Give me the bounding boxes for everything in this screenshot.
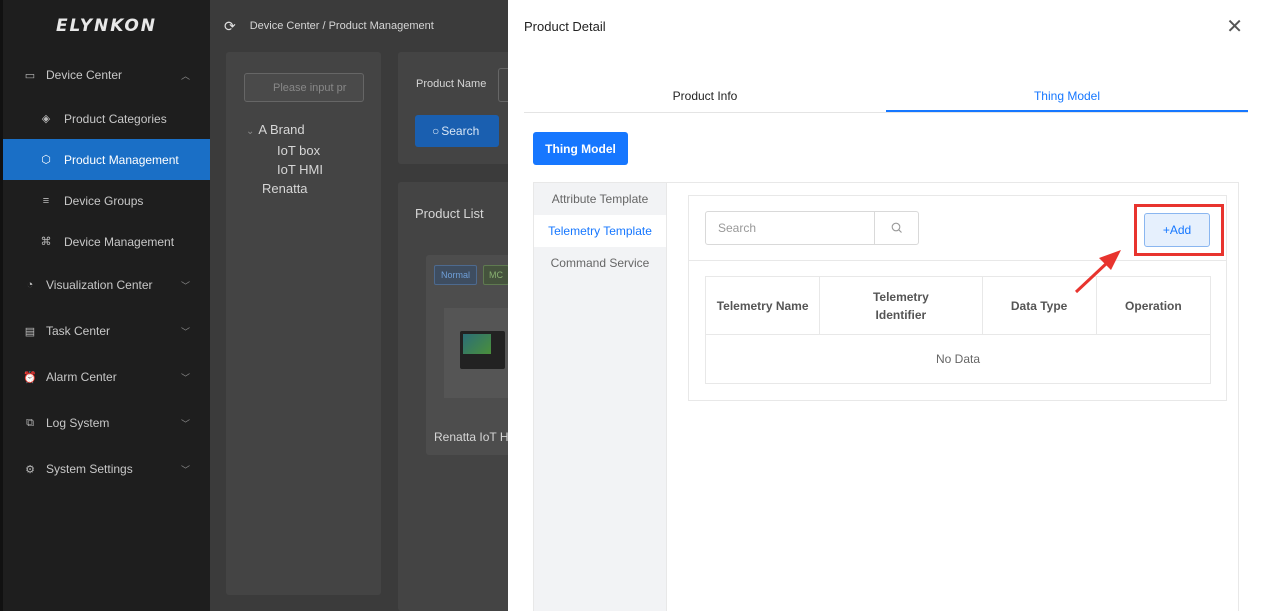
divider: [689, 260, 1226, 261]
tree-node[interactable]: IoT HMI: [246, 160, 323, 179]
chevron-up-icon: ︿: [180, 70, 190, 81]
status-badge: Normal: [434, 265, 478, 285]
sidebar-item-label: Product Management: [64, 152, 179, 167]
menu-item-telemetry-template[interactable]: Telemetry Template: [534, 215, 666, 247]
product-card[interactable]: Normal MC Renatta IoT H: [426, 255, 516, 455]
sidebar-item-label: Device Management: [64, 234, 175, 249]
chevron-down-icon: ﹀: [180, 326, 190, 337]
sidebar-item-system-settings[interactable]: ⚙ System Settings ﹀: [3, 446, 210, 492]
sidebar-item-label: Device Groups: [64, 193, 144, 208]
tree-search-input[interactable]: Please input pr: [244, 73, 364, 102]
sidebar-item-label: Alarm Center: [46, 370, 117, 384]
hierarchy-icon: ⌘: [40, 236, 52, 248]
chevron-down-icon: ﹀: [180, 464, 190, 475]
alarm-icon: ⏰: [23, 371, 37, 384]
sidebar-item-label: Log System: [46, 416, 110, 430]
device-screen: [460, 331, 505, 369]
sidebar-item-task-center[interactable]: ▤ Task Center ﹀: [3, 308, 210, 354]
tab-product-info[interactable]: Product Info: [524, 80, 886, 112]
log-icon: ⧉: [26, 416, 34, 429]
sidebar-item-log-system[interactable]: ⧉ Log System ﹀: [3, 400, 210, 446]
list-icon: ≡: [42, 194, 50, 207]
sidebar-item-device-groups[interactable]: ≡ Device Groups: [3, 180, 210, 221]
column-header: Telemetry Identifier: [820, 277, 983, 334]
main-content: ⟳ Device Center / Product Management Ple…: [210, 0, 518, 611]
detail-tabs: Product Info Thing Model: [524, 80, 1248, 113]
product-card-name: Renatta IoT H: [434, 430, 509, 444]
sidebar-item-label: Task Center: [46, 324, 111, 338]
telemetry-table: Telemetry Name Telemetry Identifier Data…: [705, 276, 1211, 384]
telemetry-card: +Add Telemetry Name Telemetry Identifier…: [688, 195, 1227, 401]
settings-icon: ⚙: [25, 463, 35, 476]
menu-item-command-service[interactable]: Command Service: [534, 247, 666, 279]
sidebar-item-label: Product Categories: [64, 111, 167, 126]
search-input[interactable]: [706, 212, 874, 244]
breadcrumb: Device Center / Product Management: [249, 20, 434, 32]
sidebar-item-device-center[interactable]: ▭ Device Center ︿: [3, 52, 210, 98]
caret-down-icon: ⌄: [246, 126, 255, 137]
refresh-icon[interactable]: ⟳: [224, 18, 236, 35]
search-icon[interactable]: [874, 212, 918, 244]
sidebar-item-device-management[interactable]: ⌘ Device Management: [3, 221, 210, 262]
layers-icon: ◈: [41, 113, 51, 125]
sidebar: ELYNKON ▭ Device Center ︿ ◈ Product Cate…: [0, 0, 210, 611]
visualization-icon: ◔: [26, 279, 34, 291]
chevron-down-icon: ﹀: [180, 280, 190, 291]
product-list-title: Product List: [415, 206, 484, 221]
status-badge: MC: [483, 265, 509, 285]
sidebar-item-label: Visualization Center: [46, 278, 153, 292]
tree-node[interactable]: ⌄ A Brand: [246, 120, 323, 141]
product-name-label: Product Name: [416, 78, 487, 90]
tree-node[interactable]: IoT box: [246, 141, 323, 160]
tree-node[interactable]: Renatta: [246, 179, 323, 198]
sidebar-item-product-categories[interactable]: ◈ Product Categories: [3, 98, 210, 139]
product-detail-drawer: Product Detail ✕ Product Info Thing Mode…: [508, 0, 1267, 611]
column-header: Telemetry Name: [706, 277, 821, 334]
monitor-icon: ▭: [24, 69, 36, 82]
sidebar-item-product-management[interactable]: ⬡ Product Management: [3, 139, 210, 180]
table-header: Telemetry Name Telemetry Identifier Data…: [706, 277, 1210, 335]
column-header: Data Type: [983, 277, 1097, 334]
search-icon: ○: [432, 124, 440, 138]
topbar: ⟳ Device Center / Product Management: [210, 0, 508, 52]
template-menu: Attribute Template Telemetry Template Co…: [534, 183, 667, 611]
search-button[interactable]: ○ Search: [415, 115, 499, 147]
empty-state: No Data: [935, 352, 981, 366]
menu-item-attribute-template[interactable]: Attribute Template: [534, 183, 666, 215]
sidebar-item-alarm-center[interactable]: ⏰ Alarm Center ﹀: [3, 354, 210, 400]
sidebar-item-label: System Settings: [46, 462, 133, 476]
sidebar-item-label: Device Center: [46, 68, 123, 82]
thing-model-button[interactable]: Thing Model: [533, 132, 628, 165]
chevron-down-icon: ﹀: [180, 372, 190, 383]
app-logo: ELYNKON: [55, 16, 158, 36]
category-tree: ⌄ A Brand IoT box IoT HMI Renatta: [246, 120, 323, 198]
drawer-title: Product Detail: [524, 19, 606, 34]
thing-model-content: Attribute Template Telemetry Template Co…: [533, 182, 1239, 611]
add-button[interactable]: +Add: [1144, 213, 1210, 247]
product-image: [444, 308, 516, 398]
sidebar-item-visualization-center[interactable]: ◔ Visualization Center ﹀: [3, 262, 210, 308]
column-header: Operation: [1125, 298, 1182, 313]
chevron-down-icon: ﹀: [180, 418, 190, 429]
tab-thing-model[interactable]: Thing Model: [886, 80, 1248, 112]
telemetry-search: [705, 211, 919, 245]
cube-icon: ⬡: [41, 154, 51, 166]
task-icon: ▤: [24, 325, 36, 338]
close-icon[interactable]: ✕: [1226, 14, 1243, 39]
